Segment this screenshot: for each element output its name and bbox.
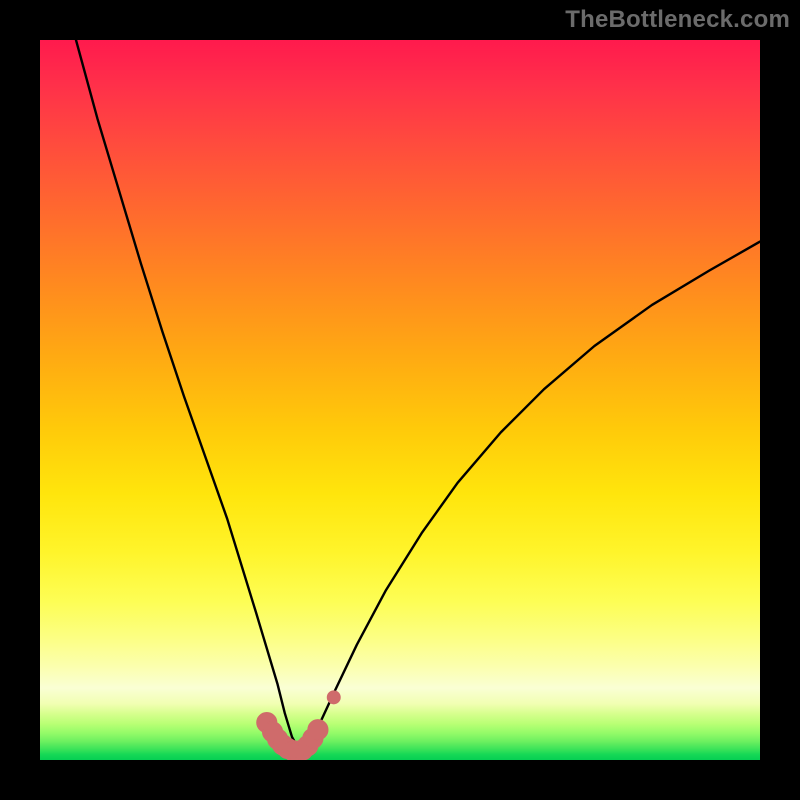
watermark-text: TheBottleneck.com xyxy=(565,6,790,34)
bottleneck-curve xyxy=(76,40,760,750)
curve-markers xyxy=(257,691,341,760)
chart-frame: TheBottleneck.com xyxy=(0,0,800,800)
plot-area xyxy=(40,40,760,760)
curve-marker xyxy=(327,691,340,704)
curve-marker xyxy=(308,720,328,740)
curve-layer xyxy=(40,40,760,760)
